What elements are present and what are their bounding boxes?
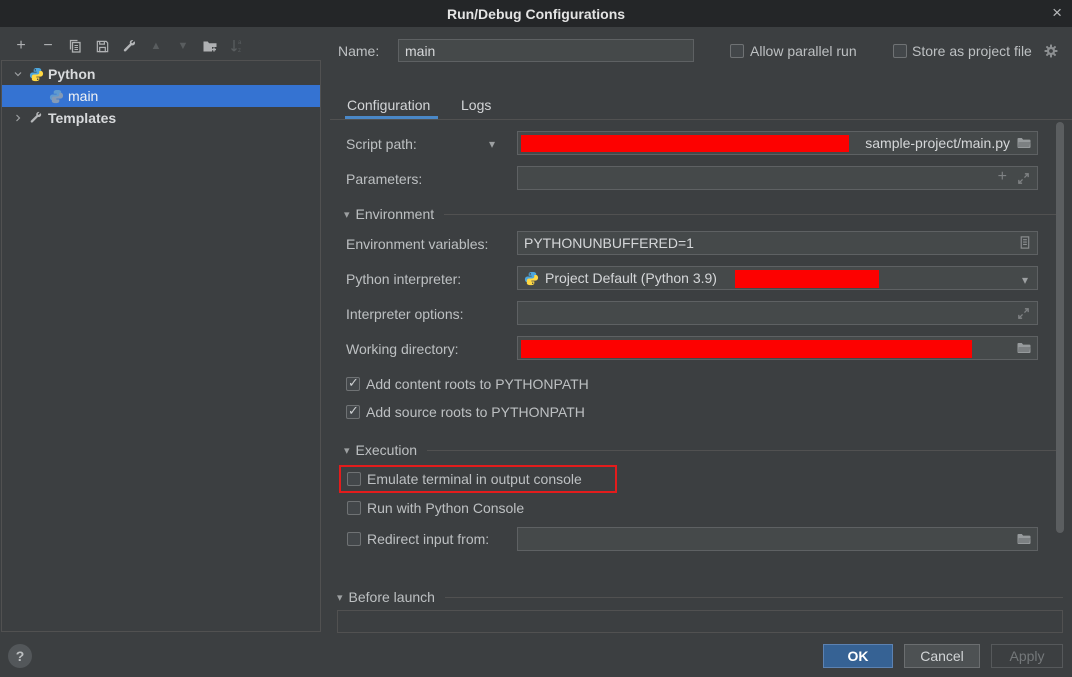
wrench-icon [28,110,44,126]
folder-icon[interactable] [1016,135,1032,154]
chevron-down-icon[interactable] [11,67,25,81]
environment-variables-field[interactable]: PYTHONUNBUFFERED=1 [517,231,1038,255]
redaction [521,135,849,152]
expand-icon[interactable] [1016,306,1031,324]
help-button[interactable]: ? [8,644,32,668]
chevron-down-icon: ▾ [344,208,350,221]
python-interpreter-combobox[interactable]: Project Default (Python 3.9) ▾ [517,266,1038,290]
working-directory-field[interactable] [517,336,1038,360]
folder-icon[interactable] [1016,531,1032,550]
chevron-down-icon[interactable]: ▾ [489,138,495,150]
run-with-python-console-checkbox[interactable] [347,501,361,515]
section-before-launch[interactable]: ▾ Before launch [337,589,1063,605]
tree-item-templates[interactable]: Templates [2,107,320,129]
configurations-toolbar: + − ▲ ▼ a [12,37,246,55]
python-interpreter-value: Project Default (Python 3.9) [545,270,717,286]
tree-item-label: main [68,88,98,104]
tree-item-label: Python [48,66,95,82]
parameters-field[interactable]: + [517,166,1038,190]
add-source-roots-checkbox[interactable]: ✓ [346,405,360,419]
save-icon[interactable] [93,37,111,55]
add-source-roots-label: Add source roots to PYTHONPATH [366,404,585,420]
redaction [521,340,972,358]
svg-text:a: a [238,40,242,46]
run-with-python-console-label: Run with Python Console [367,500,524,516]
interpreter-options-label: Interpreter options: [346,306,464,322]
tab-logs[interactable]: Logs [461,97,491,113]
chevron-right-icon[interactable] [11,111,25,125]
tree-item-python[interactable]: Python [2,63,320,85]
section-divider [444,214,1063,215]
run-debug-configurations-dialog: Run/Debug Configurations × + − ▲ ▼ [0,0,1072,677]
check-icon: ✓ [348,403,359,419]
move-up-icon: ▲ [147,37,165,55]
insert-macro-plus-icon[interactable]: + [998,168,1007,186]
svg-text:z: z [238,48,241,54]
python-icon [48,88,64,104]
cancel-button[interactable]: Cancel [904,644,980,668]
emulate-terminal-checkbox[interactable] [347,472,361,486]
remove-icon[interactable]: − [39,37,57,55]
python-interpreter-label: Python interpreter: [346,271,461,287]
new-folder-icon[interactable] [201,37,219,55]
script-path-label: Script path: [346,136,417,152]
add-icon[interactable]: + [12,37,30,55]
edit-templates-wrench-icon[interactable] [120,37,138,55]
section-environment[interactable]: ▾ Environment [344,206,1063,222]
environment-variables-label: Environment variables: [346,236,488,252]
ok-button[interactable]: OK [823,644,893,668]
environment-variables-value: PYTHONUNBUFFERED=1 [524,235,694,251]
check-icon: ✓ [348,375,359,391]
section-execution[interactable]: ▾ Execution [344,442,1063,458]
name-label: Name: [338,43,379,59]
apply-button: Apply [991,644,1063,668]
tree-item-label: Templates [48,110,116,126]
tree-item-main[interactable]: main [2,85,320,107]
expand-icon[interactable] [1016,171,1031,189]
dialog-title: Run/Debug Configurations [447,6,625,22]
chevron-down-icon: ▾ [337,591,343,604]
redirect-input-label: Redirect input from: [367,531,489,547]
chevron-down-icon[interactable]: ▾ [1022,274,1028,286]
store-as-project-file-checkbox[interactable] [893,44,907,58]
redirect-input-field[interactable] [517,527,1038,551]
sort-alphabetically-icon: a z [228,37,246,55]
folder-icon[interactable] [1016,340,1032,359]
section-label: Execution [356,442,417,458]
section-divider [427,450,1063,451]
redaction [735,270,879,288]
section-divider [445,597,1063,598]
before-launch-task-list[interactable] [337,610,1063,633]
python-icon [28,66,44,82]
script-path-value: sample-project/main.py [865,135,1010,151]
redirect-input-checkbox[interactable] [347,532,361,546]
dialog-titlebar: Run/Debug Configurations × [0,0,1072,27]
copy-icon[interactable] [66,37,84,55]
python-icon [524,271,539,286]
edit-variables-icon[interactable] [1017,235,1032,253]
tab-configuration[interactable]: Configuration [347,97,430,113]
close-icon[interactable]: × [1052,2,1062,24]
interpreter-options-field[interactable] [517,301,1038,325]
section-label: Environment [356,206,435,222]
add-content-roots-label: Add content roots to PYTHONPATH [366,376,589,392]
section-label: Before launch [349,589,435,605]
gear-icon[interactable] [1043,43,1059,64]
move-down-icon: ▼ [174,37,192,55]
add-content-roots-checkbox[interactable]: ✓ [346,377,360,391]
allow-parallel-run-checkbox[interactable] [730,44,744,58]
configurations-tree: Python main Templates [1,60,321,632]
parameters-label: Parameters: [346,171,422,187]
allow-parallel-run-label: Allow parallel run [750,43,857,59]
store-as-project-file-label: Store as project file [912,43,1032,59]
script-path-field[interactable]: sample-project/main.py [517,131,1038,155]
chevron-down-icon: ▾ [344,444,350,457]
working-directory-label: Working directory: [346,341,459,357]
emulate-terminal-label: Emulate terminal in output console [367,471,582,487]
vertical-scrollbar-thumb[interactable] [1056,122,1064,533]
tabs-separator [330,119,1072,120]
name-input[interactable] [398,39,694,62]
